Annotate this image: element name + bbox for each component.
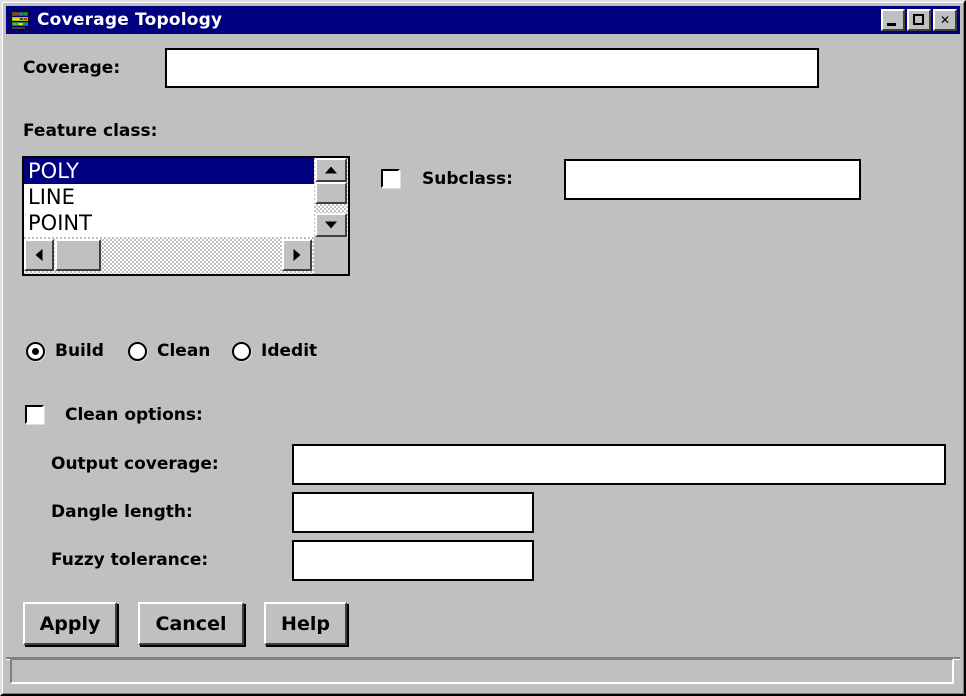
- radio-idedit[interactable]: [232, 342, 251, 361]
- list-item[interactable]: POLY: [24, 158, 314, 184]
- chevron-down-icon: [325, 221, 337, 229]
- chevron-right-icon: [293, 249, 301, 261]
- scroll-down-button[interactable]: [315, 213, 347, 237]
- cancel-button[interactable]: Cancel: [138, 602, 244, 645]
- coverage-layers-icon: [10, 9, 31, 31]
- clean-options-checkbox[interactable]: [25, 405, 44, 424]
- list-item[interactable]: POINT: [24, 210, 314, 236]
- dangle-length-label: Dangle length:: [51, 502, 193, 522]
- help-button[interactable]: Help: [264, 602, 347, 645]
- titlebar[interactable]: Coverage Topology ✕: [6, 6, 960, 34]
- scrollbar-corner: [314, 237, 348, 274]
- radio-build-label: Build: [55, 341, 104, 361]
- horizontal-scroll-thumb[interactable]: [55, 239, 101, 271]
- fuzzy-tolerance-field[interactable]: [292, 540, 534, 581]
- feature-class-listbox[interactable]: POLY LINE POINT: [22, 156, 350, 276]
- coverage-topology-window: Coverage Topology ✕ Coverage: Feature cl…: [0, 0, 966, 696]
- coverage-field[interactable]: [165, 48, 819, 88]
- output-coverage-field[interactable]: [292, 444, 946, 485]
- dangle-length-field[interactable]: [292, 492, 534, 533]
- maximize-icon: [913, 14, 924, 25]
- apply-button[interactable]: Apply: [23, 602, 117, 645]
- minimize-button[interactable]: [881, 9, 905, 31]
- titlebar-controls: ✕: [881, 9, 960, 31]
- fuzzy-tolerance-label: Fuzzy tolerance:: [51, 550, 209, 570]
- vertical-scroll-thumb[interactable]: [315, 182, 347, 204]
- radio-clean[interactable]: [128, 342, 147, 361]
- subclass-field[interactable]: [564, 159, 861, 200]
- radio-idedit-label: Idedit: [261, 341, 318, 361]
- radio-build[interactable]: [26, 342, 45, 361]
- close-icon: ✕: [939, 13, 951, 27]
- clean-options-label: Clean options:: [65, 405, 203, 425]
- output-coverage-input[interactable]: [294, 446, 944, 483]
- list-item[interactable]: LINE: [24, 184, 314, 210]
- listbox-vertical-scrollbar-track[interactable]: [314, 158, 348, 237]
- output-coverage-label: Output coverage:: [51, 454, 219, 474]
- radio-selected-dot: [32, 348, 39, 355]
- scroll-right-button[interactable]: [282, 239, 312, 271]
- coverage-label: Coverage:: [23, 58, 121, 78]
- chevron-left-icon: [35, 249, 43, 261]
- feature-class-list[interactable]: POLY LINE POINT: [24, 158, 314, 237]
- scroll-left-button[interactable]: [24, 239, 54, 271]
- fuzzy-tolerance-input[interactable]: [294, 542, 532, 579]
- scroll-up-button[interactable]: [315, 158, 347, 182]
- subclass-label: Subclass:: [422, 169, 513, 189]
- maximize-button[interactable]: [907, 9, 931, 31]
- minimize-icon: [887, 23, 896, 26]
- subclass-input[interactable]: [566, 161, 859, 198]
- coverage-input[interactable]: [167, 50, 817, 86]
- window-title: Coverage Topology: [37, 10, 223, 30]
- listbox-horizontal-scrollbar-track[interactable]: [24, 237, 314, 274]
- close-button[interactable]: ✕: [933, 9, 957, 31]
- subclass-checkbox[interactable]: [381, 169, 400, 188]
- status-bar: [10, 658, 954, 684]
- feature-class-label: Feature class:: [23, 121, 158, 141]
- chevron-up-icon: [325, 166, 337, 174]
- dangle-length-input[interactable]: [294, 494, 532, 531]
- radio-clean-label: Clean: [157, 341, 211, 361]
